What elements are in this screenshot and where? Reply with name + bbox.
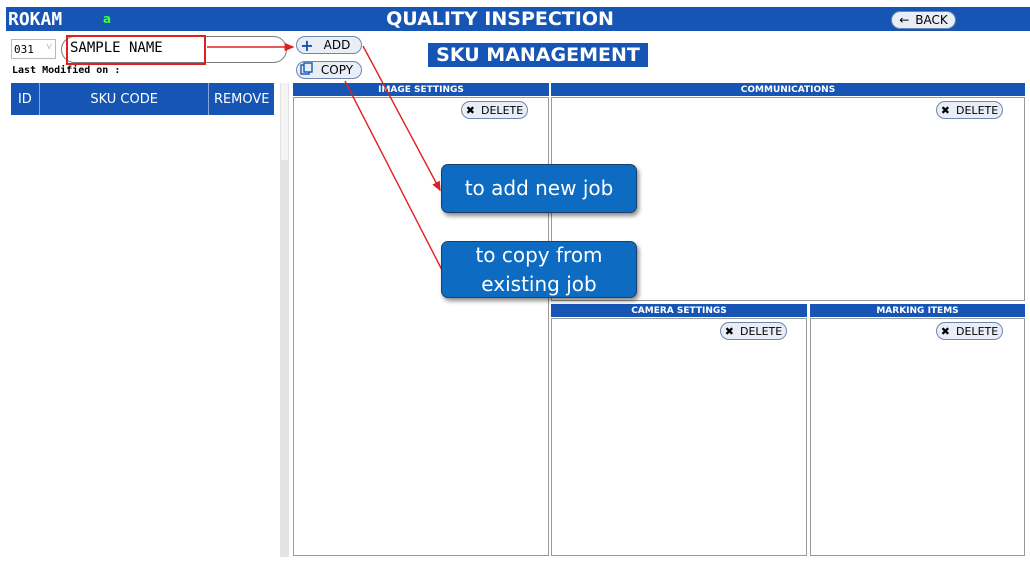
arrow-copy-note bbox=[344, 80, 443, 271]
copy-callout: to copy from existing job bbox=[441, 241, 637, 298]
add-callout: to add new job bbox=[441, 164, 637, 213]
arrow-add-note bbox=[362, 45, 441, 192]
